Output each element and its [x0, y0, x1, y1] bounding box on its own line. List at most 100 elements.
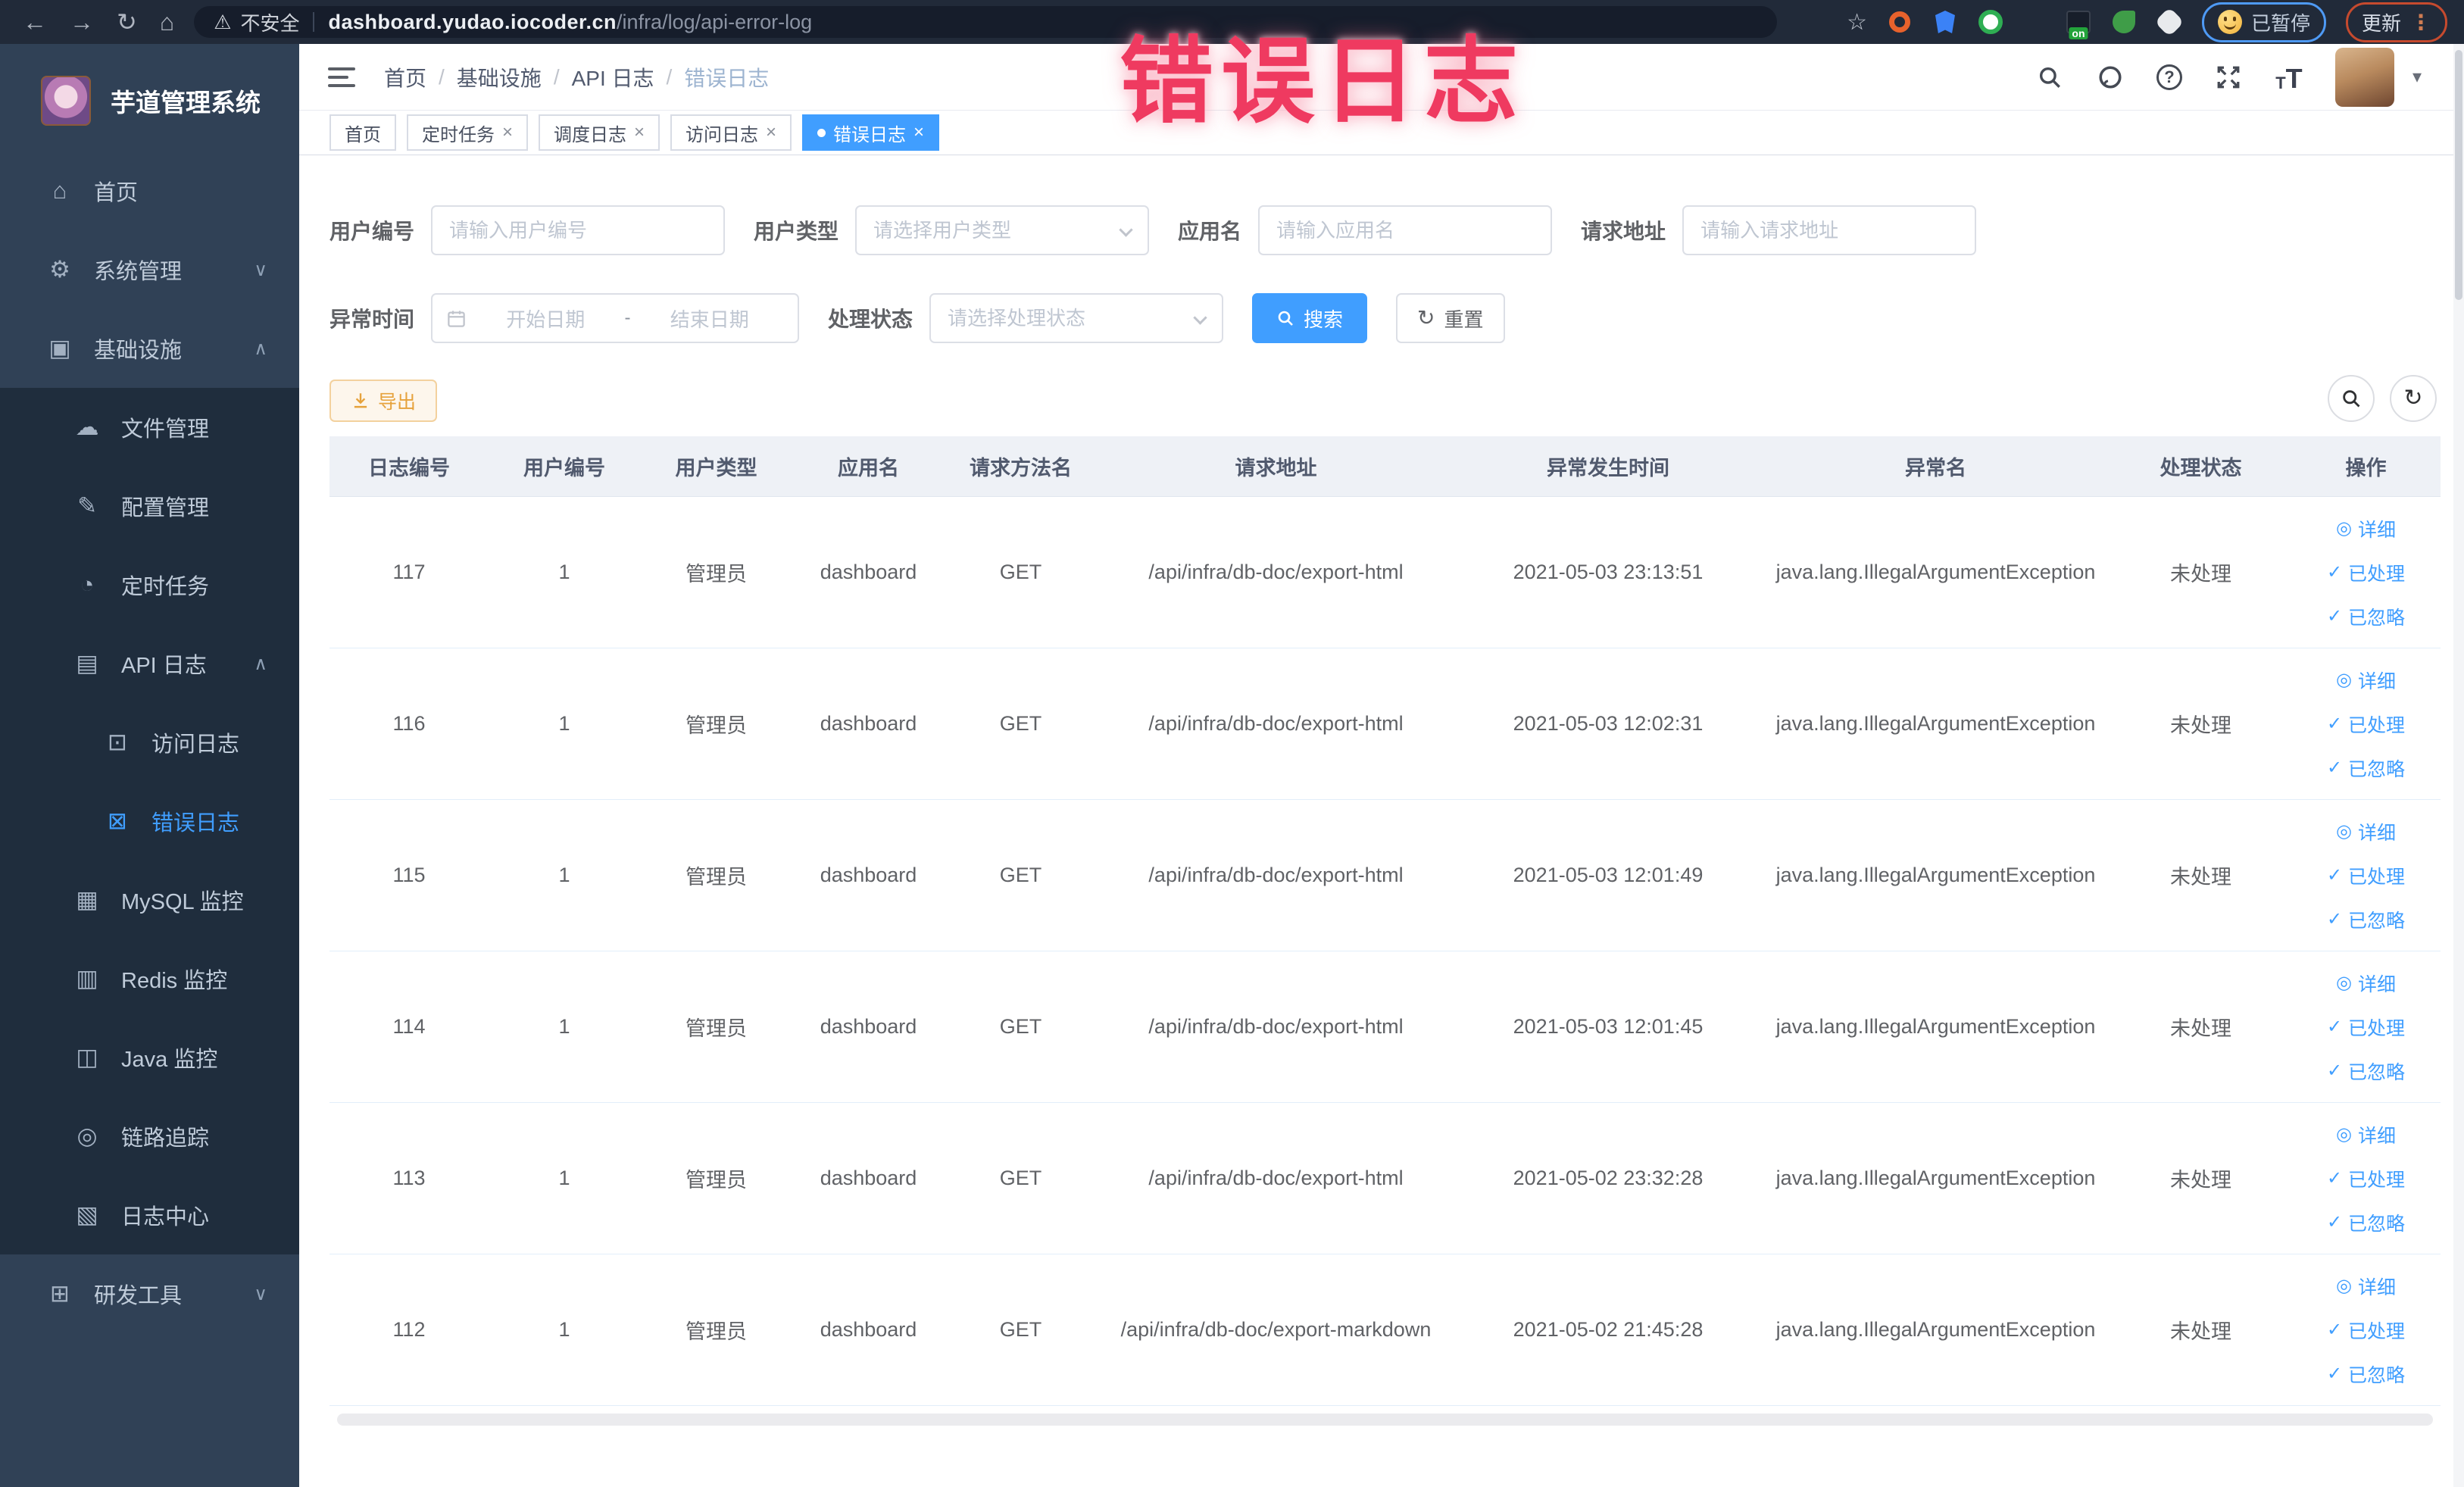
- reload-icon[interactable]: ↻: [117, 8, 137, 36]
- help-icon[interactable]: ?: [2156, 64, 2182, 90]
- extension-vpn-icon[interactable]: on: [2066, 9, 2091, 39]
- user-type-select[interactable]: [855, 205, 1150, 255]
- user-id-input[interactable]: [431, 205, 726, 255]
- bookmark-star-icon[interactable]: ☆: [1847, 9, 1867, 36]
- date-range-picker[interactable]: 开始日期 - 结束日期: [431, 293, 800, 343]
- forward-icon[interactable]: →: [70, 8, 94, 36]
- detail-link[interactable]: ◎ 详细: [2336, 1273, 2396, 1300]
- sidebar-item-trace[interactable]: ◎ 链路追踪: [0, 1097, 299, 1176]
- warning-icon: ⚠: [214, 10, 232, 33]
- sidebar-item-infrastructure[interactable]: ▣ 基础设施 ∧: [0, 309, 299, 388]
- breadcrumb-item[interactable]: API 日志: [572, 62, 654, 92]
- tab-access-log[interactable]: 访问日志 ×: [670, 114, 792, 151]
- process-status-select[interactable]: [929, 293, 1224, 343]
- logo[interactable]: 芋道管理系统: [0, 44, 299, 152]
- close-icon[interactable]: ×: [502, 122, 513, 143]
- search-icon[interactable]: [2035, 63, 2064, 92]
- hamburger-icon[interactable]: [328, 67, 355, 87]
- export-button[interactable]: 导出: [329, 380, 438, 422]
- breadcrumb-item[interactable]: 首页: [384, 62, 426, 92]
- font-size-icon[interactable]: TT: [2275, 63, 2303, 92]
- detail-link[interactable]: ◎ 详细: [2336, 515, 2396, 542]
- mark-processed-link[interactable]: ✓ 已处理: [2327, 1165, 2405, 1192]
- extension-puzzle-icon[interactable]: [2154, 7, 2184, 37]
- start-date-placeholder[interactable]: 开始日期: [471, 305, 620, 333]
- toggle-search-button[interactable]: [2328, 375, 2375, 422]
- detail-link[interactable]: ◎ 详细: [2336, 667, 2396, 694]
- breadcrumb-item[interactable]: 基础设施: [457, 62, 542, 92]
- extension-green-circle-icon[interactable]: [1978, 9, 2003, 35]
- detail-link[interactable]: ◎ 详细: [2336, 970, 2396, 997]
- close-icon[interactable]: ×: [913, 122, 924, 143]
- extension-leaf-icon[interactable]: [2111, 9, 2137, 35]
- log-center-icon: ▧: [76, 1201, 98, 1228]
- horizontal-scrollbar[interactable]: [337, 1414, 2433, 1426]
- security-label[interactable]: 不安全: [240, 8, 299, 36]
- mark-processed-link[interactable]: ✓ 已处理: [2327, 862, 2405, 889]
- end-date-placeholder[interactable]: 结束日期: [636, 305, 785, 333]
- detail-link[interactable]: ◎ 详细: [2336, 818, 2396, 845]
- sidebar-item-system[interactable]: ⚙ 系统管理 ∨: [0, 230, 299, 309]
- extension-grid-icon[interactable]: [2023, 11, 2046, 33]
- eye-icon: ◎: [2336, 1276, 2352, 1296]
- sidebar-item-java-monitor[interactable]: ◫ Java 监控: [0, 1018, 299, 1097]
- sidebar: 芋道管理系统 ⌂ 首页 ⚙ 系统管理 ∨ ▣ 基础设施 ∧ ☁ 文件管理 ✎ 配…: [0, 44, 299, 1487]
- sidebar-item-api-log[interactable]: ▤ API 日志 ∧: [0, 624, 299, 703]
- sidebar-item-file-manage[interactable]: ☁ 文件管理: [0, 388, 299, 467]
- mark-ignored-link[interactable]: ✓ 已忽略: [2327, 754, 2405, 782]
- back-icon[interactable]: ←: [23, 8, 47, 36]
- sidebar-item-devtools[interactable]: ⊞ 研发工具 ∨: [0, 1254, 299, 1333]
- mark-ignored-link[interactable]: ✓ 已忽略: [2327, 1057, 2405, 1085]
- mark-ignored-link[interactable]: ✓ 已忽略: [2327, 603, 2405, 630]
- mark-processed-link[interactable]: ✓ 已处理: [2327, 1014, 2405, 1041]
- mark-processed-link[interactable]: ✓ 已处理: [2327, 711, 2405, 738]
- sidebar-item-error-log[interactable]: ⊠ 错误日志: [0, 782, 299, 861]
- sidebar-item-home[interactable]: ⌂ 首页: [0, 152, 299, 230]
- filter-row-2: 异常时间 开始日期 - 结束日期 处理状态 请选择处理状态 搜索 ↻ 重置: [329, 293, 1534, 343]
- sidebar-item-label: 基础设施: [94, 339, 183, 363]
- avatar[interactable]: [2334, 47, 2394, 107]
- request-url-label: 请求地址: [1581, 220, 1666, 243]
- chrome-update-menu[interactable]: 更新 ⋮: [2345, 2, 2447, 42]
- table-row: 117 1 管理员 dashboard GET /api/infra/db-do…: [329, 497, 2441, 648]
- caret-down-icon[interactable]: ▾: [2412, 66, 2422, 88]
- mark-ignored-link[interactable]: ✓ 已忽略: [2327, 1209, 2405, 1236]
- reset-button[interactable]: ↻ 重置: [1396, 293, 1505, 343]
- eye-icon: ◎: [2336, 670, 2352, 690]
- extension-shield-icon[interactable]: [1932, 9, 1958, 35]
- sidebar-item-log-center[interactable]: ▧ 日志中心: [0, 1176, 299, 1254]
- breadcrumb-current: 错误日志: [684, 66, 770, 90]
- java-monitor-icon: ◫: [76, 1044, 98, 1070]
- vertical-scrollbar[interactable]: [2453, 44, 2464, 1487]
- scrollbar-thumb[interactable]: [2455, 50, 2462, 300]
- check-icon: ✓: [2326, 865, 2343, 886]
- detail-link[interactable]: ◎ 详细: [2336, 1121, 2396, 1148]
- tab-home[interactable]: 首页: [329, 114, 396, 151]
- sidebar-item-redis-monitor[interactable]: ▥ Redis 监控: [0, 939, 299, 1018]
- home-icon[interactable]: ⌂: [160, 8, 174, 36]
- refresh-table-button[interactable]: ↻: [2390, 375, 2437, 422]
- mark-processed-link[interactable]: ✓ 已处理: [2327, 1317, 2405, 1344]
- mark-ignored-link[interactable]: ✓ 已忽略: [2327, 906, 2405, 933]
- mark-ignored-link[interactable]: ✓ 已忽略: [2327, 1360, 2405, 1388]
- request-url-input[interactable]: [1682, 205, 1977, 255]
- sidebar-item-mysql-monitor[interactable]: ▦ MySQL 监控: [0, 861, 299, 939]
- mark-processed-link[interactable]: ✓ 已处理: [2327, 559, 2405, 586]
- sidebar-item-scheduled-job[interactable]: ◔ 定时任务: [0, 545, 299, 624]
- tab-schedule-log[interactable]: 调度日志 ×: [539, 114, 661, 151]
- user-type-label: 用户类型: [754, 220, 839, 243]
- tab-scheduled-job[interactable]: 定时任务 ×: [407, 114, 529, 151]
- address-bar[interactable]: ⚠ 不安全 dashboard.yudao.iocoder.cn /infra/…: [194, 6, 1778, 38]
- sidebar-item-access-log[interactable]: ⊡ 访问日志: [0, 703, 299, 782]
- app-name-input[interactable]: [1258, 205, 1553, 255]
- extension-orange-icon[interactable]: [1887, 9, 1913, 35]
- search-button[interactable]: 搜索: [1252, 293, 1368, 343]
- github-icon[interactable]: [2096, 63, 2125, 92]
- close-icon[interactable]: ×: [766, 122, 776, 143]
- tab-error-log[interactable]: 错误日志 ×: [802, 114, 940, 151]
- mysql-icon: ▦: [76, 886, 98, 913]
- paused-extension-pill[interactable]: 已暂停: [2201, 2, 2326, 42]
- fullscreen-icon[interactable]: [2214, 63, 2243, 92]
- sidebar-item-config-manage[interactable]: ✎ 配置管理: [0, 467, 299, 545]
- close-icon[interactable]: ×: [634, 122, 645, 143]
